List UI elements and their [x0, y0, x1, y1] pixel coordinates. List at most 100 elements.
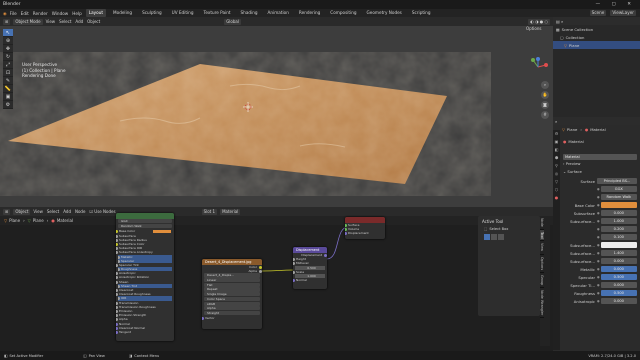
- slot-dropdown[interactable]: Slot 1: [201, 208, 218, 215]
- image-texture-node[interactable]: Desert_4_Displacement.jpg Color Alpha Dese…: [202, 259, 262, 329]
- tab-modeling[interactable]: Modeling: [110, 9, 135, 17]
- property-row[interactable]: ● 0.200: [553, 225, 640, 233]
- displacement-node-row[interactable]: Normal: [293, 278, 327, 283]
- property-row[interactable]: ● GGX: [553, 185, 640, 193]
- property-field[interactable]: 0.000: [600, 210, 637, 216]
- move-icon[interactable]: ✥: [3, 45, 13, 53]
- search-icon[interactable]: ⌕: [555, 119, 557, 124]
- socket-dot-icon[interactable]: ●: [597, 187, 600, 191]
- material-name-field[interactable]: Material: [563, 154, 637, 160]
- property-row[interactable]: Subsurface... ● 1.000: [553, 217, 640, 225]
- editor-type-button[interactable]: ⊞: [3, 18, 11, 25]
- use-nodes-checkbox[interactable]: ☑ Use Nodes: [89, 209, 115, 214]
- surface-shader-field[interactable]: Principled BS...: [597, 178, 637, 184]
- property-field[interactable]: 1.400: [600, 250, 637, 256]
- node-menu-node[interactable]: Node: [75, 209, 85, 214]
- socket-dot-icon[interactable]: ●: [597, 283, 600, 287]
- socket-dot-icon[interactable]: ●: [597, 211, 600, 215]
- node-menu-add[interactable]: Add: [63, 209, 71, 214]
- node-menu-view[interactable]: View: [33, 209, 43, 214]
- tab-sculpting[interactable]: Sculpting: [139, 9, 165, 17]
- socket-dot-icon[interactable]: ●: [597, 267, 600, 271]
- socket-dot-icon[interactable]: ●: [597, 227, 600, 231]
- property-row[interactable]: Roughness ● 0.500: [553, 289, 640, 297]
- zoom-icon[interactable]: ⌕: [541, 81, 549, 89]
- property-row[interactable]: Subsurface... ●: [553, 241, 640, 249]
- property-row[interactable]: Anisotropic ● 0.000: [553, 297, 640, 305]
- tab-shading[interactable]: Shading: [238, 9, 261, 17]
- texture-node-row[interactable]: Straight: [204, 310, 260, 316]
- blender-logo-icon[interactable]: ◉: [3, 11, 7, 16]
- property-row[interactable]: ● Random Walk: [553, 193, 640, 201]
- tab-uv-editing[interactable]: UV Editing: [169, 9, 197, 17]
- node-editor-canvas[interactable]: GGX Random Walk Base Color Subsurface Subsur…: [0, 213, 553, 351]
- texture-node-row[interactable]: Single Image: [204, 292, 260, 297]
- property-row[interactable]: Base Color ●: [553, 201, 640, 209]
- socket-dot-icon[interactable]: ●: [597, 299, 600, 303]
- viewport-menu-object[interactable]: Object: [87, 19, 100, 24]
- property-row[interactable]: Subsurface... ● 0.000: [553, 257, 640, 265]
- texture-node-row[interactable]: sRGB: [204, 301, 260, 306]
- texture-node-row[interactable]: Desert_4_Displa...: [204, 273, 260, 278]
- shading-buttons[interactable]: ◐ ◑ ● ○: [528, 18, 550, 25]
- sidebar-tab-node-wrangler[interactable]: Node Wrangler: [540, 288, 544, 319]
- sidebar-tab-node[interactable]: Node: [540, 216, 544, 230]
- property-field[interactable]: 0.000: [600, 298, 637, 304]
- axis-gizmo-icon[interactable]: [527, 56, 549, 78]
- output-socket-displacement[interactable]: Displacement: [345, 231, 385, 236]
- node-object-dropdown[interactable]: Object: [13, 208, 31, 215]
- property-row[interactable]: Subsurface ● 0.000: [553, 209, 640, 217]
- tab-compositing[interactable]: Compositing: [327, 9, 359, 17]
- view-layer-selector[interactable]: ViewLayer: [610, 10, 636, 16]
- tab-rendering[interactable]: Rendering: [296, 9, 323, 17]
- node-menu-select[interactable]: Select: [47, 209, 59, 214]
- property-row[interactable]: Metallic ● 0.000: [553, 265, 640, 273]
- material-output-node[interactable]: Surface Volume Displacement: [345, 217, 385, 239]
- socket-dot-icon[interactable]: ●: [597, 259, 600, 263]
- texture-node-row[interactable]: Alpha: [204, 306, 260, 311]
- property-field[interactable]: [600, 202, 637, 208]
- socket-dot-icon[interactable]: ●: [597, 291, 600, 295]
- socket-dot-icon[interactable]: ●: [597, 251, 600, 255]
- texture-node-row[interactable]: Repeat: [204, 287, 260, 292]
- outliner-row[interactable]: ▢ Collection: [553, 33, 640, 41]
- menu-help[interactable]: Help: [72, 11, 82, 16]
- material-slot-list[interactable]: ● Material: [553, 137, 640, 145]
- settings-icon[interactable]: ⚙: [3, 101, 13, 109]
- options-dropdown[interactable]: Options: [526, 26, 541, 31]
- pan-hand-icon[interactable]: ✋: [541, 91, 549, 99]
- outliner-row-selected[interactable]: ▽ Plane: [553, 41, 640, 49]
- tab-texture-paint[interactable]: Texture Paint: [201, 9, 234, 17]
- property-field[interactable]: 0.500: [600, 290, 637, 296]
- menu-window[interactable]: Window: [52, 11, 69, 16]
- node-editor-type-button[interactable]: ⊞: [3, 208, 11, 215]
- property-field[interactable]: 0.000: [600, 282, 637, 288]
- socket-dot-icon[interactable]: ●: [597, 195, 600, 199]
- sidebar-tab-tool[interactable]: Tool: [540, 229, 544, 242]
- surface-shader-row[interactable]: Surface Principled BS...: [553, 177, 640, 185]
- property-field[interactable]: 0.500: [600, 274, 637, 280]
- select-mode-buttons[interactable]: [478, 234, 540, 240]
- panel-surface[interactable]: ⌄ Surface: [553, 169, 640, 177]
- transform-icon[interactable]: ⊡: [3, 69, 13, 77]
- socket-dot-icon[interactable]: ●: [597, 219, 600, 223]
- socket-dot-icon[interactable]: ●: [597, 235, 600, 239]
- property-row[interactable]: Specular Ti... ● 0.000: [553, 281, 640, 289]
- property-field[interactable]: [600, 242, 637, 248]
- property-field[interactable]: 1.000: [600, 218, 637, 224]
- tab-animation[interactable]: Animation: [265, 9, 292, 17]
- window-controls[interactable]: — ▢ ✕: [596, 2, 636, 7]
- bsdf-input-socket[interactable]: GGX: [118, 219, 172, 224]
- socket-dot-icon[interactable]: ●: [597, 243, 600, 247]
- property-field[interactable]: 0.100: [600, 234, 637, 240]
- mode-dropdown[interactable]: Object Mode: [13, 18, 43, 25]
- camera-icon[interactable]: ◙: [541, 101, 549, 109]
- texture-node-row[interactable]: Vector: [202, 316, 262, 320]
- add-icon[interactable]: ▣: [3, 93, 13, 101]
- cursor-icon[interactable]: ↖: [3, 29, 13, 37]
- outliner-row[interactable]: ▦ Scene Collection: [553, 25, 640, 33]
- property-row[interactable]: Specular ● 0.500: [553, 273, 640, 281]
- bsdf-input-socket[interactable]: Tangent: [116, 330, 174, 334]
- texture-node-row[interactable]: Flat: [204, 282, 260, 287]
- displacement-node[interactable]: Displacement Displacement Height Midlevel 0…: [293, 247, 327, 289]
